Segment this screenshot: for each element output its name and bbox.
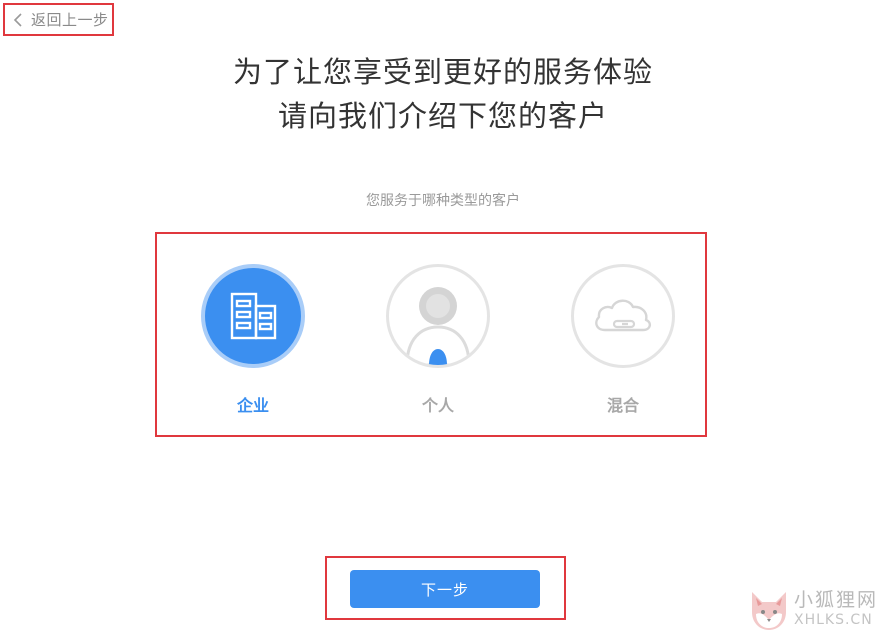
person-icon (405, 287, 471, 365)
customer-type-options: 企业 个人 混合 (155, 232, 707, 437)
option-mixed-circle[interactable] (571, 264, 675, 368)
customer-type-page: 返回上一步 为了让您享受到更好的服务体验 请向我们介绍下您的客户 您服务于哪种类… (0, 0, 886, 635)
next-button-frame: 下一步 (325, 556, 566, 620)
option-mixed[interactable]: 混合 (571, 264, 675, 416)
option-enterprise-circle[interactable] (201, 264, 305, 368)
page-title-line-2: 请向我们介绍下您的客户 (277, 99, 608, 133)
question-prompt: 您服务于哪种类型的客户 (366, 193, 520, 209)
option-individual-circle[interactable] (386, 264, 490, 368)
option-enterprise-label: 企业 (236, 396, 269, 415)
watermark-brand-cn: 小狐狸网 (794, 588, 879, 611)
page-title-line-1: 为了让您享受到更好的服务体验 (232, 55, 653, 89)
watermark-brand-en: XHLKS.CN (794, 611, 873, 628)
option-enterprise[interactable]: 企业 (201, 264, 305, 416)
cloud-link-icon (595, 299, 651, 332)
building-icon (230, 292, 277, 340)
option-individual[interactable]: 个人 (386, 264, 490, 416)
back-link-label: 返回上一步 (31, 11, 109, 29)
next-button[interactable]: 下一步 (350, 570, 540, 608)
chevron-left-icon (13, 12, 22, 27)
fox-logo-icon (752, 591, 786, 630)
option-mixed-label: 混合 (606, 396, 639, 415)
back-link[interactable]: 返回上一步 (3, 3, 114, 36)
page-title: 为了让您享受到更好的服务体验 请向我们介绍下您的客户 (0, 50, 886, 138)
watermark-text: 小狐狸网 XHLKS.CN (794, 590, 878, 630)
option-individual-label: 个人 (421, 396, 454, 415)
site-watermark: 小狐狸网 XHLKS.CN (748, 584, 886, 635)
